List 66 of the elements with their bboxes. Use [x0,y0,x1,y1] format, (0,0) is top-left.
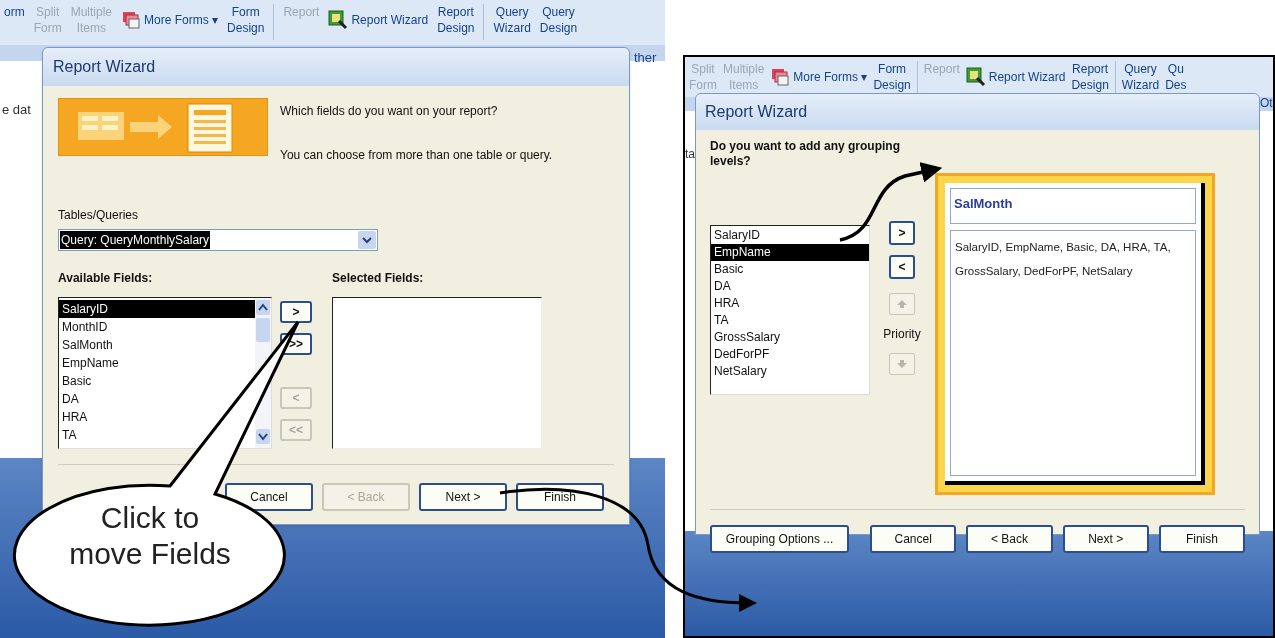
list-item[interactable]: SalMonth [59,336,116,354]
list-item[interactable]: DedForPF [711,346,869,363]
dialog-button[interactable]: Cancel [870,525,957,553]
list-item[interactable]: Basic [711,261,869,278]
forms-icon [121,10,142,30]
side-text: ta [685,147,695,161]
list-item[interactable]: GrossSalary [711,329,869,346]
list-box[interactable]: SalaryID MonthID SalMonth EmpName Basic DA HRA TA [58,297,272,449]
up-arrow-icon [896,299,908,309]
ribbon-button[interactable]: Report Wizard [328,10,429,30]
down-arrow-icon [896,359,908,369]
list-item[interactable]: HRA [711,295,869,312]
group-header: SalMonth [954,196,1013,211]
ribbon-button[interactable]: Query Wizard [1121,61,1160,93]
dialog-button[interactable]: Finish [516,483,604,511]
list-item[interactable]: HRA [59,408,91,426]
ribbon-button[interactable]: Form Design [227,4,265,36]
ribbon-caption: Ot [1260,95,1273,112]
forms-icon [770,67,791,87]
ribbon-button[interactable]: Form Design [873,61,911,93]
prompt-text: Do you want to add any grouping levels? [710,139,901,169]
prompt-text: Which fields do you want on your report? [280,103,499,120]
ribbon-button[interactable]: More Forms ▾ [770,67,868,87]
dialog-button[interactable]: Next > [419,483,507,511]
ribbon-caption: ther [634,49,657,67]
list-item[interactable]: TA [711,312,869,329]
ribbon-button[interactable]: Report Design [1071,61,1109,93]
field-list-text: SalaryID, EmpName, Basic, DA, HRA, TA, GrossSalary, DedForPF, NetSalary [955,241,1171,277]
move-button[interactable]: > [280,301,312,323]
window-title: Report Wizard [705,102,808,122]
list-item[interactable]: SalaryID [711,227,869,244]
dialog-button[interactable]: Grouping Options ... [710,525,850,553]
side-text: e dat [2,102,31,117]
dialog-button[interactable]: Next > [1062,525,1149,553]
ribbon-button[interactable]: Qu Des [1165,61,1187,93]
list-item[interactable]: EmpName [59,354,122,372]
ribbon-button[interactable]: More Forms ▾ [121,10,219,30]
window-title: Report Wizard [53,57,156,77]
list-item[interactable]: TA [59,426,80,444]
wizard-icon [965,67,986,87]
field-label: Selected Fields: [332,270,425,287]
ribbon-button[interactable]: Report Design [437,4,475,36]
dropdown-icon [358,231,376,249]
list-item[interactable]: SalaryID [59,300,255,318]
field-label: Available Fields: [58,270,154,287]
ribbon-button[interactable]: Report Wizard [965,67,1066,87]
list-item[interactable]: DA [59,390,82,408]
list-item[interactable]: MonthID [59,318,111,336]
list-item[interactable]: Basic [59,372,95,390]
list-box[interactable]: SalaryID EmpName Basic DA HRA TA GrossSalary DedForPF NetSalary [710,225,870,395]
wizard-icon [328,10,349,30]
move-button[interactable]: < [889,255,915,279]
list-item[interactable]: DA [711,278,869,295]
hint-text: You can choose from more than one table or query. [280,147,553,164]
ribbon-button[interactable]: Query Design [539,4,578,36]
dialog-button[interactable]: Finish [1158,525,1246,553]
move-button[interactable]: > [889,221,915,245]
dialog-button[interactable]: < Back [966,525,1053,553]
list-item[interactable]: EmpName [711,244,869,261]
ribbon-button[interactable]: orm [4,4,25,20]
list-item[interactable]: NetSalary [711,363,869,380]
list-box[interactable] [332,297,542,449]
ribbon-button[interactable]: Query Wizard [493,4,531,36]
dropdown-field[interactable]: Query: QueryMonthlySalary [58,229,378,251]
field-label: Tables/Queries [58,207,140,224]
priority-label: Priority [883,326,921,343]
